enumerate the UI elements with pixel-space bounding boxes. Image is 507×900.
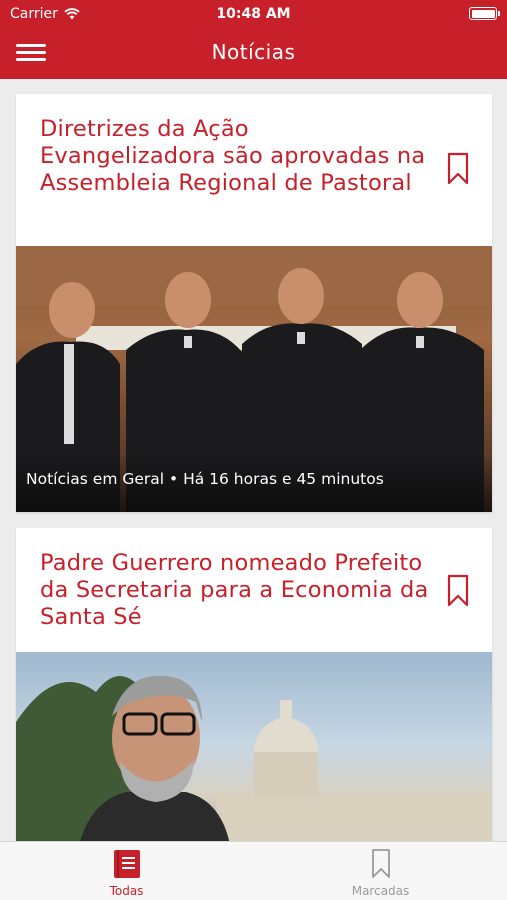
status-bar: Carrier 10:48 AM [0,0,507,28]
news-feed[interactable]: Diretrizes da Ação Evangelizadora são ap… [0,79,507,841]
tab-bar: Todas Marcadas [0,841,507,900]
news-title[interactable]: Padre Guerrero nomeado Prefeito da Secre… [40,550,430,631]
app-header: Carrier 10:48 AM Notícias [0,0,507,79]
news-card[interactable]: Padre Guerrero nomeado Prefeito da Secre… [16,528,492,841]
tab-label-todas: Todas [109,884,144,898]
tab-marcadas[interactable]: Marcadas [254,842,507,900]
news-photo[interactable]: Notícias em Geral • Há 16 horas e 45 min… [16,246,492,512]
tab-todas[interactable]: Todas [0,842,253,900]
bookmark-icon[interactable] [446,574,470,608]
book-icon [113,850,140,878]
news-title[interactable]: Diretrizes da Ação Evangelizadora são ap… [40,116,430,197]
battery-icon [469,7,500,20]
nav-bar: Notícias [0,28,507,79]
news-meta: Notícias em Geral • Há 16 horas e 45 min… [26,470,384,488]
status-time: 10:48 AM [216,6,291,22]
news-photo[interactable] [16,652,492,841]
page-title: Notícias [211,40,296,64]
vatican-photo-illustration [16,675,492,841]
tab-label-marcadas: Marcadas [351,884,410,898]
bookmark-icon [371,849,390,878]
news-card[interactable]: Diretrizes da Ação Evangelizadora são ap… [16,94,492,512]
bookmark-icon[interactable] [446,152,470,186]
